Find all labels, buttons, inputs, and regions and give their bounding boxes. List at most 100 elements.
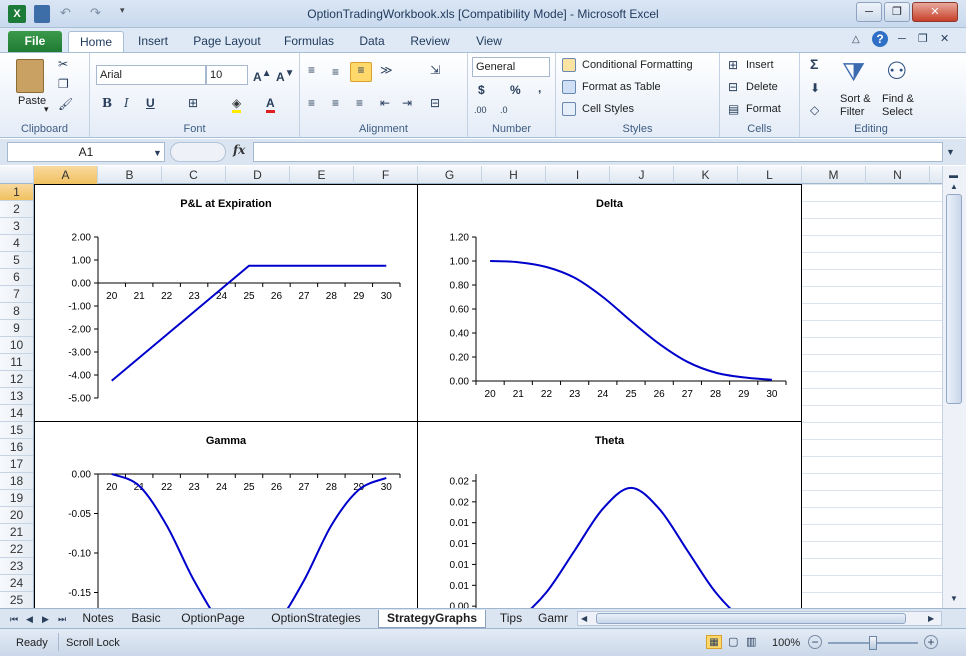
align-left-icon[interactable]: ≡ [308, 96, 315, 110]
sort-filter-label-2[interactable]: Filter [840, 106, 864, 118]
tab-home[interactable]: Home [68, 31, 124, 52]
font-name-select[interactable]: Arial [96, 65, 206, 85]
delete-cells-button[interactable]: Delete [746, 81, 778, 93]
normal-view-icon[interactable]: ▦ [706, 635, 722, 649]
column-header[interactable]: N [866, 166, 930, 184]
fill-color-icon[interactable]: ◈ [232, 96, 242, 113]
row-header[interactable]: 7 [0, 286, 33, 303]
vertical-scroll-thumb[interactable] [946, 194, 962, 404]
row-header[interactable]: 6 [0, 269, 33, 286]
cut-icon[interactable]: ✂ [58, 57, 68, 71]
align-right-icon[interactable]: ≡ [356, 96, 363, 110]
align-center-icon[interactable]: ≡ [332, 96, 339, 110]
sort-filter-icon[interactable]: ⧩ [842, 57, 865, 87]
tab-page-layout[interactable]: Page Layout [186, 31, 268, 52]
horizontal-scrollbar[interactable]: ◀ ▶ [577, 611, 942, 626]
zoom-out-icon[interactable]: − [808, 635, 822, 649]
row-header[interactable]: 18 [0, 473, 33, 490]
merge-center-icon[interactable]: ⊟ [430, 96, 440, 110]
row-header[interactable]: 21 [0, 524, 33, 541]
italic-button[interactable]: I [124, 96, 129, 110]
vertical-scrollbar[interactable]: ▬ ▲ ▼ [942, 166, 966, 608]
increase-indent-icon[interactable]: ⇥ [402, 96, 412, 110]
row-header[interactable]: 16 [0, 439, 33, 456]
last-sheet-icon[interactable]: ⏭ [58, 612, 66, 626]
insert-cells-button[interactable]: Insert [746, 59, 774, 71]
column-header[interactable]: H [482, 166, 546, 184]
scroll-left-icon[interactable]: ◀ [581, 612, 587, 626]
row-header[interactable]: 23 [0, 558, 33, 575]
find-select-label-2[interactable]: Select [882, 106, 913, 118]
scroll-up-icon[interactable]: ▲ [950, 180, 958, 194]
workbook-restore-icon[interactable]: ❐ [918, 32, 928, 46]
zoom-in-icon[interactable]: + [924, 635, 938, 649]
row-header[interactable]: 25 [0, 592, 33, 609]
column-header[interactable]: C [162, 166, 226, 184]
bold-button[interactable]: B [102, 96, 112, 110]
tab-data[interactable]: Data [350, 31, 394, 52]
help-icon[interactable]: ? [872, 31, 888, 47]
formula-input[interactable] [253, 142, 943, 162]
underline-button[interactable]: U [146, 96, 155, 110]
sheet-tab-tips[interactable]: Tips [494, 610, 528, 628]
sort-filter-label[interactable]: Sort & [840, 93, 871, 105]
row-header[interactable]: 10 [0, 337, 33, 354]
horizontal-scroll-thumb[interactable] [596, 613, 906, 624]
borders-icon[interactable]: ⊞ [188, 96, 198, 110]
comma-button[interactable]: , [538, 81, 541, 95]
paste-dropdown-icon[interactable]: ▾ [44, 104, 49, 115]
shrink-font-icon[interactable]: A▼ [276, 67, 295, 84]
row-header[interactable]: 13 [0, 388, 33, 405]
row-header[interactable]: 17 [0, 456, 33, 473]
format-cells-button[interactable]: Format [746, 103, 781, 115]
column-header[interactable]: F [354, 166, 418, 184]
prev-sheet-icon[interactable]: ◀ [26, 612, 33, 626]
select-all-corner[interactable] [0, 166, 34, 184]
conditional-formatting-button[interactable]: Conditional Formatting [582, 59, 693, 71]
row-header[interactable]: 12 [0, 371, 33, 388]
copy-icon[interactable]: ❐ [58, 77, 69, 91]
column-header[interactable]: J [610, 166, 674, 184]
format-as-table-button[interactable]: Format as Table [582, 81, 661, 93]
insert-function-button[interactable]: fx [233, 143, 245, 157]
tab-view[interactable]: View [466, 31, 512, 52]
next-sheet-icon[interactable]: ▶ [42, 612, 49, 626]
paste-icon[interactable] [16, 59, 44, 93]
zoom-slider-thumb[interactable] [869, 636, 877, 650]
row-header[interactable]: 2 [0, 201, 33, 218]
row-header[interactable]: 8 [0, 303, 33, 320]
column-header[interactable]: M [802, 166, 866, 184]
align-top-icon[interactable]: ≡ [308, 63, 315, 77]
row-header[interactable]: 22 [0, 541, 33, 558]
tab-insert[interactable]: Insert [130, 31, 176, 52]
column-header[interactable]: I [546, 166, 610, 184]
font-color-icon[interactable]: A [266, 96, 275, 113]
increase-decimal-button[interactable]: .00 [474, 103, 487, 117]
row-header[interactable]: 5 [0, 252, 33, 269]
chart-pl-at-expiration[interactable]: P&L at Expiration 2.00 1.00 0.00 -1.00 -2.00 -… [34, 184, 418, 422]
sheet-tab-optionstrategies[interactable]: OptionStrategies [262, 610, 370, 628]
column-header[interactable]: G [418, 166, 482, 184]
column-header[interactable]: L [738, 166, 802, 184]
sheet-tab-basic[interactable]: Basic [128, 610, 164, 628]
chart-theta[interactable]: Theta0.020.020.010.010.010.010.000.00202… [417, 421, 802, 608]
chart-delta[interactable]: Delta 1.20 1.00 0.80 0.60 0.40 0.20 0.00 20 21 22 2… [417, 184, 802, 422]
tab-file[interactable]: File [8, 31, 62, 52]
grow-font-icon[interactable]: A▲ [253, 67, 272, 84]
fill-icon[interactable]: ⬇ [810, 81, 820, 95]
workbook-minimize-icon[interactable]: ─ [898, 32, 906, 46]
column-header[interactable]: A [34, 166, 98, 184]
row-header[interactable]: 4 [0, 235, 33, 252]
minimize-ribbon-icon[interactable]: △ [852, 33, 860, 47]
percent-button[interactable]: % [510, 83, 521, 97]
row-header[interactable]: 19 [0, 490, 33, 507]
chart-gamma[interactable]: Gamma 0.00 -0.05 -0.10 -0.15 20 21 22 23 24 25 26 27… [34, 421, 418, 608]
row-header[interactable]: 15 [0, 422, 33, 439]
currency-button[interactable]: $ [478, 83, 485, 97]
sheet-tab-optionpage[interactable]: OptionPage [174, 610, 252, 628]
find-select-label[interactable]: Find & [882, 93, 914, 105]
orientation-icon[interactable]: ≫ [380, 63, 393, 77]
clear-icon[interactable]: ◇ [810, 103, 819, 117]
column-header[interactable]: B [98, 166, 162, 184]
wrap-text-icon[interactable]: ⇲ [430, 63, 440, 77]
